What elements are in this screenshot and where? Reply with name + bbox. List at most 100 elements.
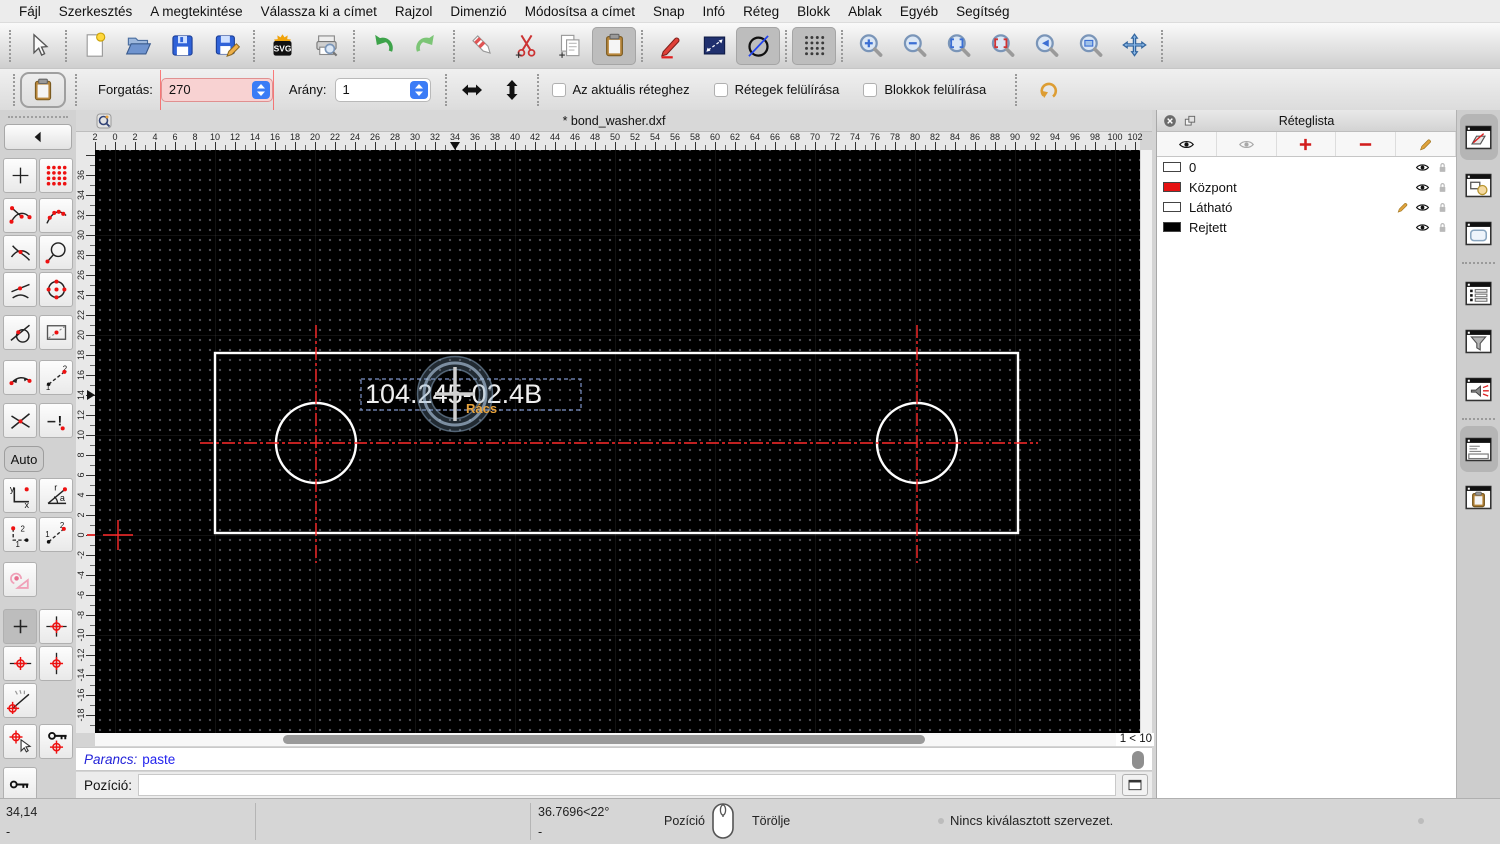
property-editor-panel-button[interactable] bbox=[1460, 270, 1498, 316]
checkbox-box[interactable] bbox=[552, 83, 566, 97]
canvas-vertical-scrollbar[interactable] bbox=[1140, 150, 1152, 733]
coord-relative-polar-button[interactable]: 12 bbox=[39, 517, 73, 552]
scrollbar-thumb[interactable] bbox=[283, 735, 925, 744]
menu-dimenzio[interactable]: Dimenzió bbox=[441, 0, 515, 23]
snap-intersection-button[interactable] bbox=[3, 235, 37, 270]
command-scrollbar-thumb[interactable] bbox=[1132, 751, 1144, 769]
undo-button[interactable] bbox=[360, 27, 404, 65]
scale-input[interactable]: 1 bbox=[335, 78, 431, 102]
print-preview-button[interactable] bbox=[304, 27, 348, 65]
menu-egyeb[interactable]: Egyéb bbox=[891, 0, 947, 23]
snap-free-button[interactable] bbox=[3, 158, 37, 193]
layer-list-panel-button[interactable] bbox=[1460, 114, 1498, 160]
eye-open-icon[interactable] bbox=[1415, 220, 1430, 235]
menu-reteg[interactable]: Réteg bbox=[734, 0, 788, 23]
menu-szerkesztes[interactable]: Szerkesztés bbox=[50, 0, 142, 23]
add-layer-button[interactable] bbox=[1277, 132, 1337, 156]
snap-inside-button[interactable] bbox=[39, 315, 73, 350]
remove-layer-button[interactable] bbox=[1336, 132, 1396, 156]
menu-snap[interactable]: Snap bbox=[644, 0, 694, 23]
restrict-vertical-button[interactable] bbox=[39, 646, 73, 681]
pan-button[interactable] bbox=[1112, 27, 1156, 65]
eye-off-button[interactable] bbox=[1217, 132, 1277, 156]
drawing-canvas[interactable]: 104.245-02.4BRács bbox=[95, 150, 1140, 733]
block-list-panel-button[interactable] bbox=[1460, 162, 1498, 208]
dimension-button[interactable] bbox=[692, 27, 736, 65]
document-tab-bar[interactable]: * bond_washer.dxf bbox=[76, 110, 1152, 132]
back-button[interactable] bbox=[4, 124, 72, 150]
eye-open-icon[interactable] bbox=[1415, 180, 1430, 195]
snap-intersection-x-button[interactable] bbox=[3, 403, 37, 438]
lock-relative-zero-button[interactable] bbox=[39, 724, 73, 759]
checkbox-box[interactable] bbox=[714, 83, 728, 97]
canvas-horizontal-scrollbar[interactable] bbox=[95, 733, 1120, 746]
zoom-in-button[interactable] bbox=[848, 27, 892, 65]
paste-button[interactable] bbox=[592, 27, 636, 65]
library-browser-panel-button[interactable] bbox=[1460, 210, 1498, 256]
snap-grid-red-button[interactable] bbox=[39, 158, 73, 193]
delete-button[interactable] bbox=[460, 27, 504, 65]
menu-valassza-ki-a-cimet[interactable]: Válassza ki a címet bbox=[252, 0, 386, 23]
command-options-panel-button[interactable] bbox=[1460, 366, 1498, 412]
menu-info[interactable]: Infó bbox=[694, 0, 735, 23]
checkbox-retegek-felulirasa[interactable]: Rétegek felülírása bbox=[714, 82, 840, 97]
zoom-out-button[interactable] bbox=[892, 27, 936, 65]
zoom-auto-button[interactable] bbox=[936, 27, 980, 65]
layer-row-0[interactable]: 0 bbox=[1157, 157, 1456, 177]
coord-relative-button[interactable]: 12 bbox=[3, 517, 37, 552]
open-file-button[interactable] bbox=[116, 27, 160, 65]
draw-color-button[interactable] bbox=[648, 27, 692, 65]
svg-export-button[interactable]: SVG bbox=[260, 27, 304, 65]
zoom-selection-button[interactable] bbox=[980, 27, 1024, 65]
zoom-previous-button[interactable] bbox=[1024, 27, 1068, 65]
lock-icon[interactable] bbox=[1435, 160, 1450, 175]
coord-cartesian-button[interactable]: yx bbox=[3, 478, 37, 513]
selection-filter-panel-button[interactable] bbox=[1460, 318, 1498, 364]
snap-tangent-button[interactable] bbox=[3, 315, 37, 350]
command-line-panel-button[interactable] bbox=[1460, 426, 1498, 472]
edit-layer-button[interactable] bbox=[1396, 132, 1456, 156]
reset-button[interactable] bbox=[1028, 72, 1068, 108]
lock-key-button[interactable] bbox=[3, 767, 37, 802]
lock-icon[interactable] bbox=[1435, 200, 1450, 215]
snap-intersection-manual-button[interactable]: ! bbox=[39, 403, 73, 438]
select-tool-button[interactable] bbox=[16, 27, 60, 65]
save-as-button[interactable] bbox=[204, 27, 248, 65]
redo-button[interactable] bbox=[404, 27, 448, 65]
save-file-button[interactable] bbox=[160, 27, 204, 65]
snap-on-entity-button[interactable] bbox=[39, 198, 73, 233]
clipboard-panel-button[interactable] bbox=[1460, 474, 1498, 520]
menu-segitseg[interactable]: Segítség bbox=[947, 0, 1018, 23]
layer-row-kozpont[interactable]: Központ bbox=[1157, 177, 1456, 197]
layer-row-rejtett[interactable]: Rejtett bbox=[1157, 217, 1456, 237]
menu-blokk[interactable]: Blokk bbox=[788, 0, 839, 23]
toggle-grid-button[interactable] bbox=[792, 27, 836, 65]
position-input[interactable] bbox=[138, 774, 1116, 796]
new-file-button[interactable] bbox=[72, 27, 116, 65]
command-line[interactable]: Parancs:paste bbox=[76, 747, 1152, 771]
copy-button[interactable] bbox=[548, 27, 592, 65]
cut-button[interactable] bbox=[504, 27, 548, 65]
snap-endpoints-button[interactable] bbox=[3, 198, 37, 233]
set-relative-zero-button[interactable] bbox=[3, 724, 37, 759]
rotation-stepper[interactable] bbox=[252, 81, 270, 99]
coord-polar-button[interactable]: ra bbox=[39, 478, 73, 513]
scale-stepper[interactable] bbox=[410, 81, 428, 99]
restrict-none-button[interactable] bbox=[3, 609, 37, 644]
command-window-toggle-button[interactable] bbox=[1122, 774, 1148, 796]
checkbox-az-aktualis-reteghez[interactable]: Az aktuális réteghez bbox=[552, 82, 690, 97]
restrict-orthogonal-button[interactable] bbox=[39, 609, 73, 644]
menu-modositsa-a-cimet[interactable]: Módosítsa a címet bbox=[516, 0, 644, 23]
snap-reference-button[interactable] bbox=[39, 235, 73, 270]
lock-icon[interactable] bbox=[1435, 180, 1450, 195]
menu-a-megtekintese[interactable]: A megtekintése bbox=[141, 0, 251, 23]
flip-horizontal-button[interactable] bbox=[452, 72, 492, 108]
restrict-off-button[interactable] bbox=[3, 562, 37, 597]
checkbox-box[interactable] bbox=[863, 83, 877, 97]
checkbox-blokkok-felulirasa[interactable]: Blokkok felülírása bbox=[863, 82, 986, 97]
menu-fajl[interactable]: Fájl bbox=[10, 0, 50, 23]
eye-open-icon[interactable] bbox=[1415, 160, 1430, 175]
snap-auto-button[interactable]: Auto bbox=[4, 446, 44, 472]
restrict-angle-button[interactable] bbox=[3, 683, 37, 718]
snap-perpendicular-button[interactable] bbox=[3, 272, 37, 307]
